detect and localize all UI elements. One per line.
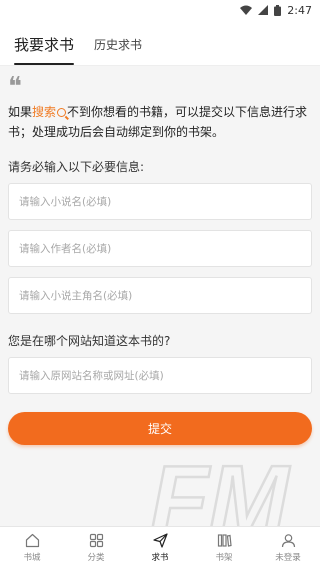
tabbar-label-bookstore: 书城 — [23, 552, 41, 563]
send-icon — [152, 533, 168, 549]
signal-icon — [258, 5, 269, 15]
header-tabs: 我要求书 历史求书 — [0, 20, 320, 66]
protagonist-name-input[interactable] — [8, 277, 312, 314]
author-name-input[interactable] — [8, 230, 312, 267]
tabbar-item-category[interactable]: 分类 — [64, 527, 128, 568]
quote-mark-icon: ❝ — [8, 72, 22, 102]
tabbar-item-bookstore[interactable]: 书城 — [0, 527, 64, 568]
search-icon — [57, 108, 67, 117]
grid-icon — [88, 533, 104, 549]
intro-text: 如果搜索 不到你想看的书籍，可以提交以下信息进行求书；处理成功后会自动绑定到你的书… — [8, 102, 312, 142]
battery-icon — [274, 4, 282, 16]
book-name-input[interactable] — [8, 183, 312, 220]
required-info-label: 请务必输入以下必要信息: — [8, 160, 145, 174]
search-link[interactable]: 搜索 — [32, 105, 67, 119]
status-time: 2:47 — [287, 3, 312, 17]
tabbar-label-bookshelf: 书架 — [215, 552, 233, 563]
request-form: ❝ 如果搜索 不到你想看的书籍，可以提交以下信息进行求书；处理成功后会自动绑定到你… — [0, 66, 320, 445]
tab-request-book[interactable]: 我要求书 — [14, 34, 75, 65]
user-icon — [280, 533, 296, 549]
tab-request-history[interactable]: 历史求书 — [94, 36, 142, 65]
tabbar-label-request: 求书 — [151, 552, 169, 563]
intro-prefix: 如果 — [8, 105, 33, 119]
bookshelf-icon — [216, 533, 232, 549]
source-site-label: 您是在哪个网站知道这本书的? — [8, 334, 171, 348]
submit-button[interactable]: 提交 — [8, 412, 312, 445]
tabbar-item-profile[interactable]: 未登录 — [256, 527, 320, 568]
source-site-input[interactable] — [8, 357, 312, 394]
bottom-tab-bar: 书城 分类 求书 书架 未登录 — [0, 526, 320, 568]
status-bar: 2:47 — [0, 0, 320, 20]
tabbar-item-bookshelf[interactable]: 书架 — [192, 527, 256, 568]
home-icon — [24, 533, 40, 549]
tabbar-item-request[interactable]: 求书 — [128, 527, 192, 568]
tabbar-label-category: 分类 — [87, 552, 105, 563]
wifi-icon — [240, 5, 253, 15]
tabbar-label-profile: 未登录 — [275, 552, 301, 563]
search-link-label: 搜索 — [32, 105, 57, 119]
